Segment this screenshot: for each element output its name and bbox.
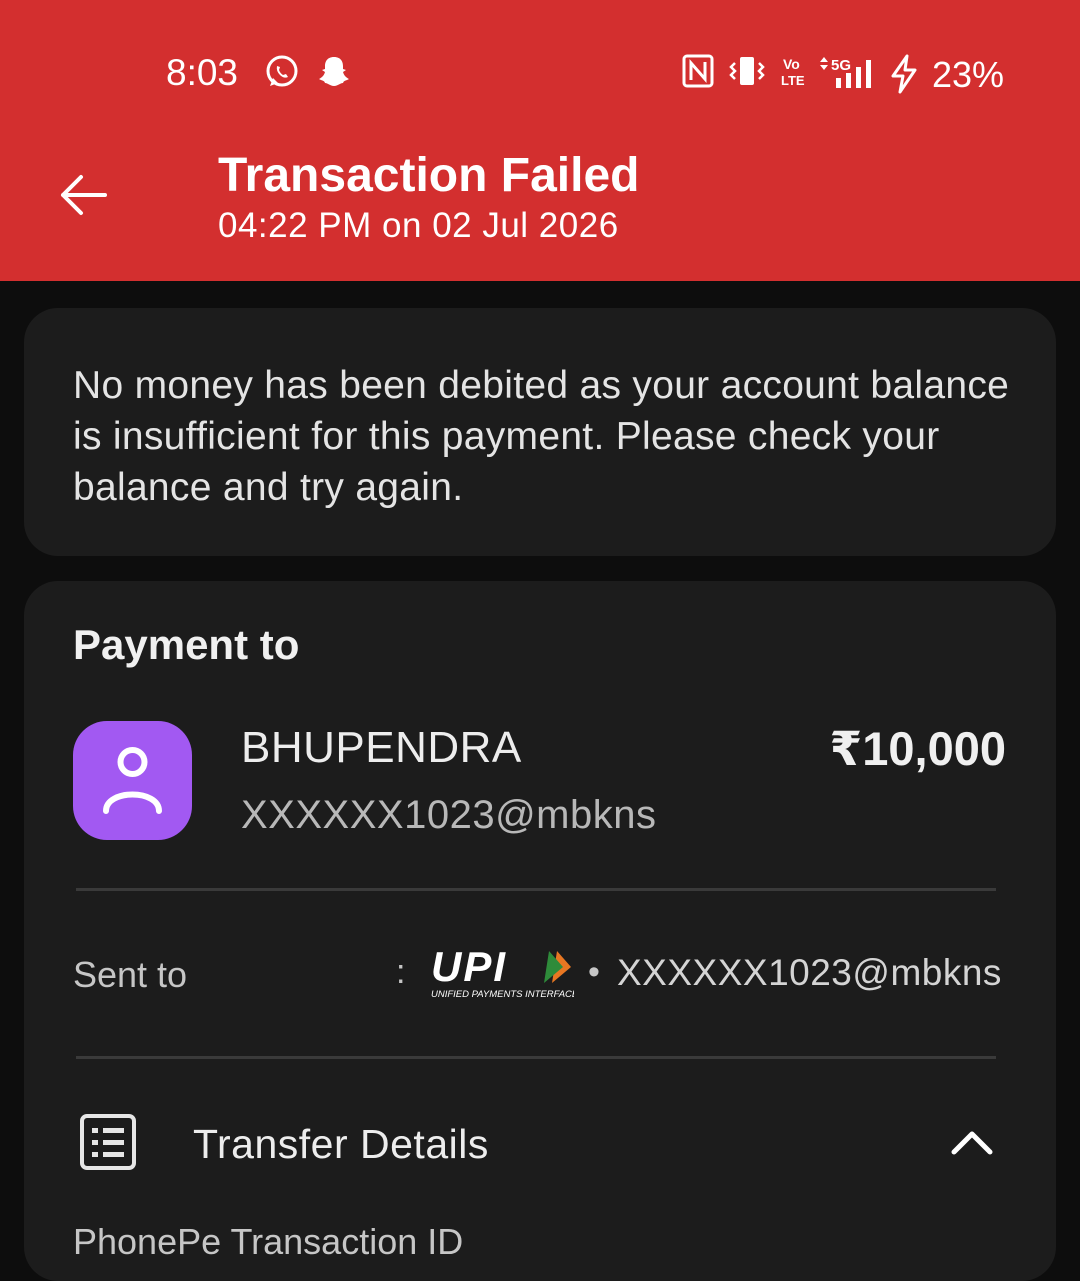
svg-text:UPI: UPI	[431, 943, 507, 990]
nfc-icon	[682, 54, 714, 88]
failure-message: No money has been debited as your accoun…	[73, 364, 1010, 509]
sent-to-upi-id: XXXXXX1023@mbkns	[617, 952, 1002, 993]
payment-details-card: Payment to BHUPENDRA XXXXXX1023@mbkns ₹1…	[24, 581, 1056, 1281]
payee-name: BHUPENDRA	[241, 723, 522, 772]
back-arrow-icon[interactable]	[55, 165, 115, 225]
sent-to-label: Sent to	[73, 954, 188, 995]
upi-logo: UPI UNIFIED PAYMENTS INTERFACE	[431, 943, 574, 1000]
transaction-id-label: PhonePe Transaction ID	[73, 1221, 464, 1262]
snapchat-icon	[319, 57, 349, 86]
transfer-details-toggle[interactable]: Transfer Details	[24, 1091, 1056, 1191]
sent-to-separator: :	[396, 953, 406, 991]
avatar	[73, 721, 192, 840]
status-bar: 8:03 Vo LTE 5G 23%	[0, 0, 1080, 150]
status-time: 8:03	[166, 52, 239, 93]
svg-text:UNIFIED PAYMENTS INTERFACE: UNIFIED PAYMENTS INTERFACE	[431, 989, 574, 1000]
divider	[76, 1056, 996, 1059]
page-title: Transaction Failed	[218, 149, 640, 202]
volte-icon: Vo LTE	[781, 56, 805, 88]
bullet-separator: •	[588, 953, 600, 991]
divider	[76, 888, 996, 891]
person-icon	[103, 747, 162, 814]
failure-notice-card: No money has been debited as your accoun…	[24, 308, 1056, 556]
transaction-timestamp: 04:22 PM on 02 Jul 2026	[218, 206, 619, 245]
payee-upi-id: XXXXXX1023@mbkns	[241, 793, 657, 837]
battery-percentage: 23%	[932, 54, 1005, 95]
header-bar: 8:03 Vo LTE 5G 23% Transaction Failed 04…	[0, 0, 1080, 281]
svg-text:LTE: LTE	[781, 73, 805, 88]
transfer-details-label: Transfer Details	[193, 1121, 489, 1167]
payment-amount: ₹10,000	[829, 722, 1006, 775]
vibrate-icon	[729, 57, 765, 85]
svg-text:Vo: Vo	[783, 56, 800, 72]
receipt-list-icon	[80, 1114, 136, 1170]
charging-icon	[891, 54, 917, 94]
signal-icon: 5G	[820, 57, 871, 88]
chevron-up-icon[interactable]	[949, 1121, 995, 1161]
whatsapp-icon	[266, 55, 298, 87]
svg-text:5G: 5G	[831, 57, 851, 74]
payment-heading: Payment to	[73, 621, 300, 668]
